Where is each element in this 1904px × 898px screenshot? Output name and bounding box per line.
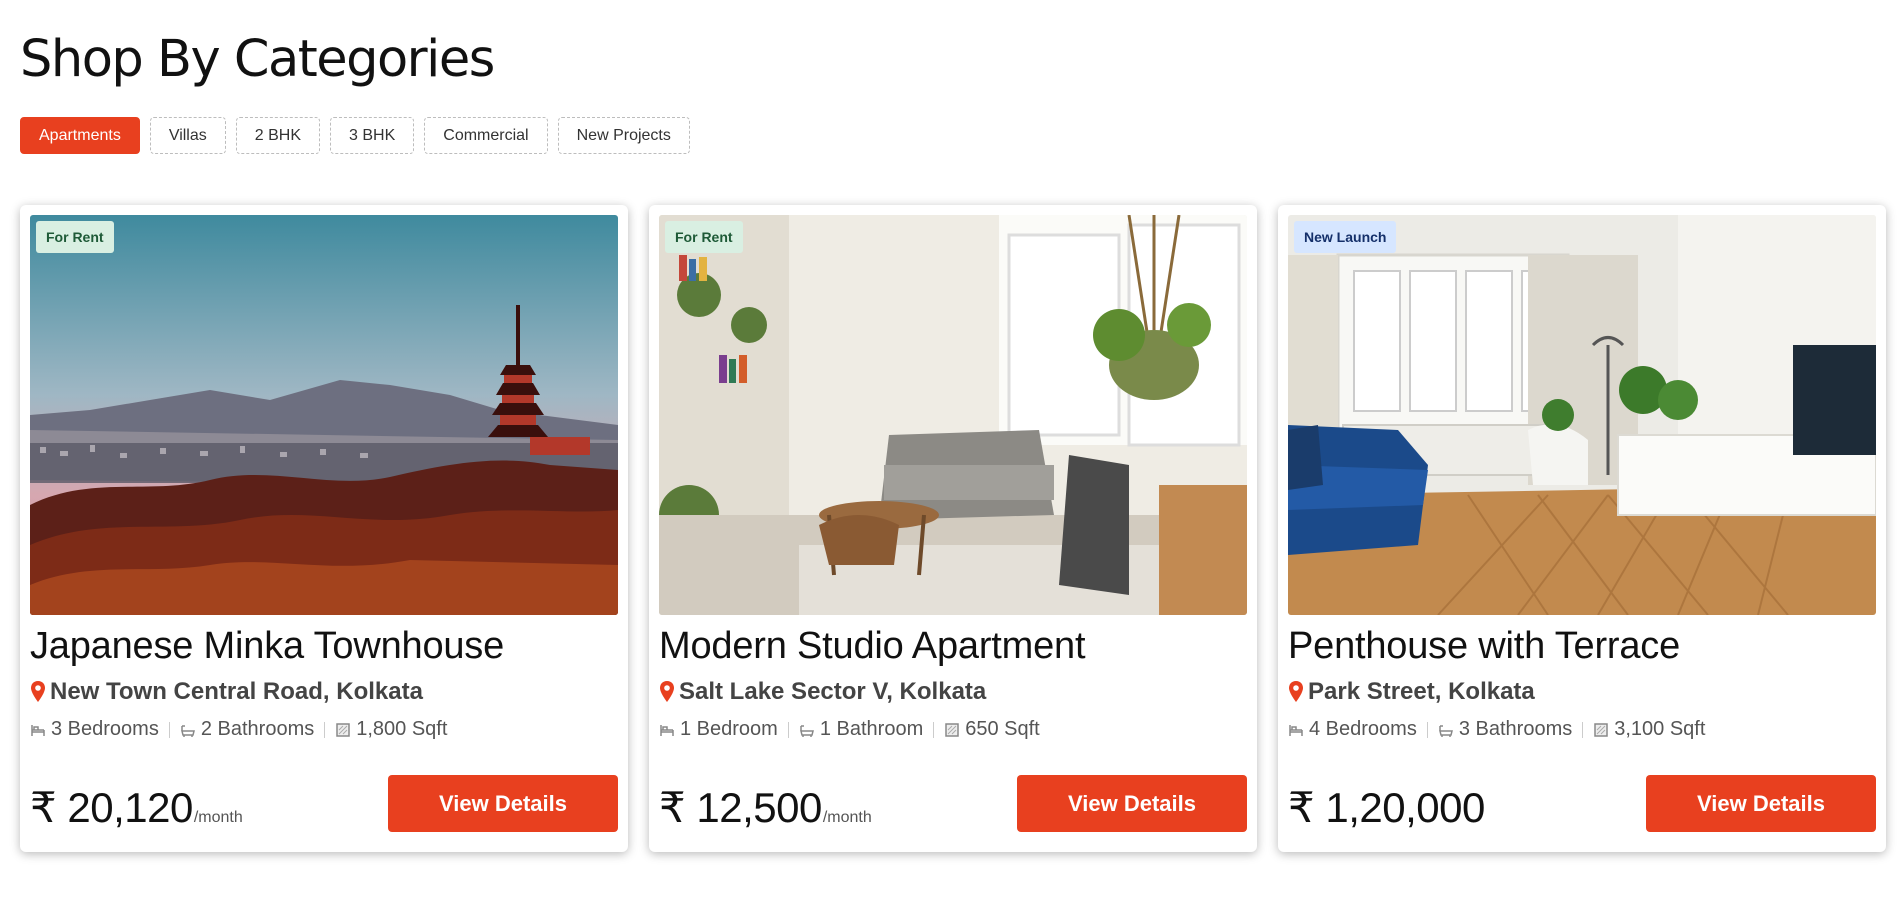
- price-unit: /month: [193, 809, 243, 826]
- bathtub-icon: [1438, 724, 1453, 737]
- bathrooms-text: 3 Bathrooms: [1458, 718, 1573, 740]
- spec-divider: [1426, 721, 1428, 738]
- listing-specs: 1 Bedroom 1 Bathroom 650 Sqft: [659, 718, 1040, 741]
- listing-price: ₹ 1,20,000: [1288, 783, 1486, 832]
- map-pin-icon: [660, 681, 674, 702]
- listing-price: ₹ 20,120 /month: [30, 783, 243, 832]
- area-spec: 1,800 Sqft: [335, 718, 447, 741]
- listing-location: New Town Central Road, Kolkata: [30, 678, 423, 706]
- location-text: New Town Central Road, Kolkata: [50, 678, 423, 705]
- bathrooms-spec: 2 Bathrooms: [180, 718, 314, 741]
- bedrooms-text: 4 Bedrooms: [1309, 718, 1417, 740]
- listing-title[interactable]: Modern Studio Apartment: [659, 625, 1086, 668]
- bed-icon: [660, 724, 674, 736]
- bathtub-icon: [180, 724, 195, 737]
- spec-divider: [933, 721, 935, 738]
- location-text: Salt Lake Sector V, Kolkata: [679, 678, 987, 705]
- spec-divider: [168, 721, 170, 738]
- location-text: Park Street, Kolkata: [1308, 678, 1535, 705]
- studio-living-room-image: [659, 215, 1247, 615]
- area-text: 650 Sqft: [965, 718, 1040, 740]
- bedrooms-text: 1 Bedroom: [680, 718, 778, 740]
- listing-title[interactable]: Penthouse with Terrace: [1288, 625, 1680, 668]
- tab-villas[interactable]: Villas: [149, 117, 226, 154]
- bathtub-icon: [799, 724, 814, 737]
- listing-badge: New Launch: [1294, 221, 1397, 253]
- tab-3-bhk[interactable]: 3 BHK: [330, 117, 415, 154]
- area-icon: [945, 722, 959, 737]
- listing-location: Salt Lake Sector V, Kolkata: [659, 678, 986, 706]
- page-title: Shop By Categories: [20, 30, 495, 89]
- bedrooms-spec: 1 Bedroom: [659, 718, 778, 741]
- listing-specs: 4 Bedrooms 3 Bathrooms 3,100 Sqft: [1288, 718, 1705, 741]
- map-pin-icon: [1289, 681, 1303, 702]
- view-details-button[interactable]: View Details: [1646, 775, 1876, 832]
- listing-photo[interactable]: New Launch: [1288, 215, 1876, 615]
- listing-title[interactable]: Japanese Minka Townhouse: [30, 625, 504, 668]
- tab-apartments[interactable]: Apartments: [20, 117, 140, 154]
- bedrooms-spec: 4 Bedrooms: [1288, 718, 1417, 741]
- bed-icon: [1289, 724, 1303, 736]
- bathrooms-spec: 3 Bathrooms: [1438, 718, 1572, 741]
- bedrooms-text: 3 Bedrooms: [51, 718, 159, 740]
- area-text: 3,100 Sqft: [1614, 718, 1706, 740]
- listing-price: ₹ 12,500 /month: [659, 783, 872, 832]
- listing-photo[interactable]: For Rent: [659, 215, 1247, 615]
- bathrooms-spec: 1 Bathroom: [799, 718, 923, 741]
- price-value: ₹ 20,120: [30, 784, 193, 831]
- area-text: 1,800 Sqft: [356, 718, 448, 740]
- listing-badge: For Rent: [665, 221, 743, 253]
- view-details-button[interactable]: View Details: [388, 775, 618, 832]
- listing-cards: For Rent Japanese Minka Townhouse New To…: [20, 205, 1886, 852]
- penthouse-living-room-image: [1288, 215, 1876, 615]
- listing-card[interactable]: For Rent Modern Studio Apartment Salt La…: [649, 205, 1257, 852]
- listing-card[interactable]: For Rent Japanese Minka Townhouse New To…: [20, 205, 628, 852]
- category-tabs: Apartments Villas 2 BHK 3 BHK Commercial…: [20, 117, 690, 154]
- area-spec: 3,100 Sqft: [1593, 718, 1705, 741]
- price-unit: /month: [822, 809, 872, 826]
- listing-badge: For Rent: [36, 221, 114, 253]
- spec-divider: [324, 721, 326, 738]
- bedrooms-spec: 3 Bedrooms: [30, 718, 159, 741]
- view-details-button[interactable]: View Details: [1017, 775, 1247, 832]
- bathrooms-text: 2 Bathrooms: [200, 718, 315, 740]
- spec-divider: [787, 721, 789, 738]
- area-spec: 650 Sqft: [944, 718, 1040, 741]
- listing-card[interactable]: New Launch Penthouse with Terrace Park S…: [1278, 205, 1886, 852]
- listing-specs: 3 Bedrooms 2 Bathrooms 1,800 Sqft: [30, 718, 447, 741]
- listing-location: Park Street, Kolkata: [1288, 678, 1535, 706]
- bed-icon: [31, 724, 45, 736]
- price-value: ₹ 12,500: [659, 784, 822, 831]
- spec-divider: [1582, 721, 1584, 738]
- area-icon: [336, 722, 350, 737]
- pagoda-landscape-image: [30, 215, 618, 615]
- bathrooms-text: 1 Bathroom: [819, 718, 924, 740]
- listing-photo[interactable]: For Rent: [30, 215, 618, 615]
- map-pin-icon: [31, 681, 45, 702]
- tab-new-projects[interactable]: New Projects: [557, 117, 690, 154]
- tab-2-bhk[interactable]: 2 BHK: [235, 117, 321, 154]
- price-value: ₹ 1,20,000: [1288, 784, 1485, 831]
- tab-commercial[interactable]: Commercial: [424, 117, 548, 154]
- area-icon: [1594, 722, 1608, 737]
